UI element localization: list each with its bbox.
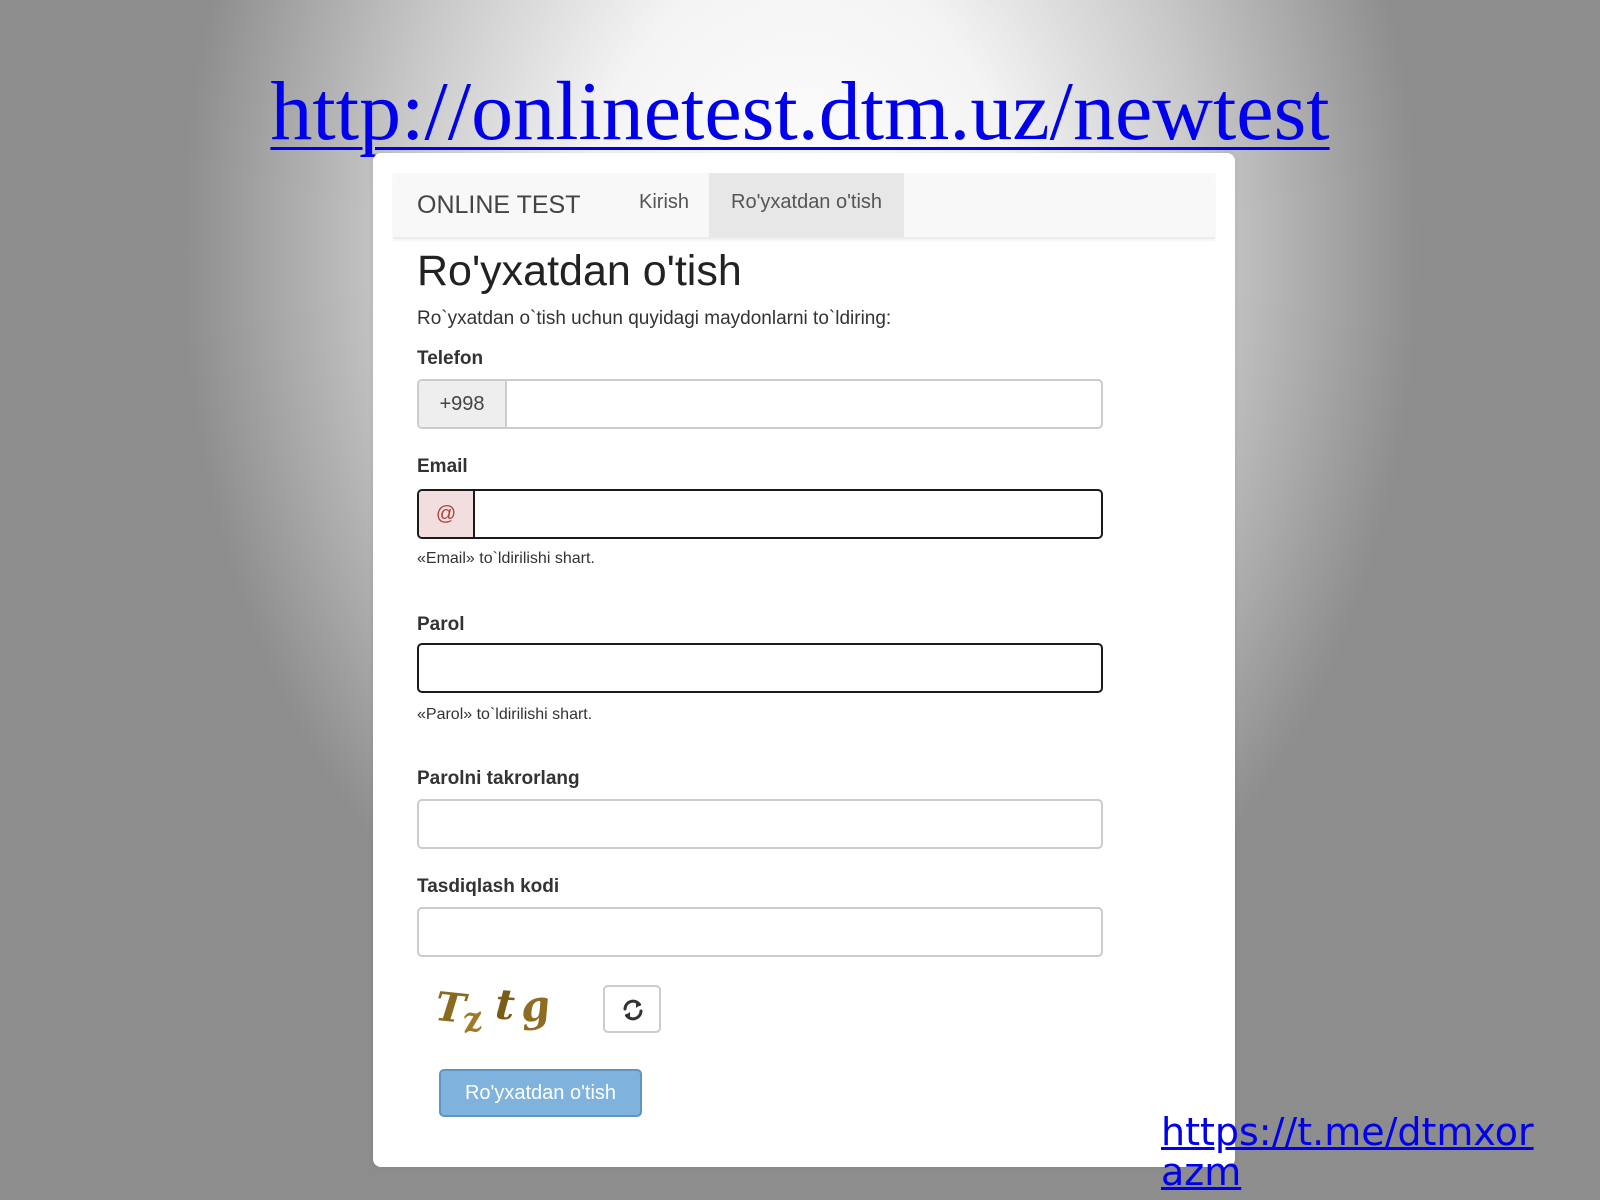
navbar: ONLINE TEST Kirish Ro'yxatdan o'tish [393, 173, 1215, 239]
verification-code-input[interactable] [417, 907, 1103, 957]
password-error-text: «Parol» to`ldirilishi shart. [417, 706, 593, 723]
password-label: Parol [417, 614, 465, 635]
captcha-refresh-button[interactable] [603, 985, 661, 1033]
password-input[interactable] [417, 643, 1103, 693]
slide-title-url[interactable]: http://onlinetest.dtm.uz/newtest [0, 62, 1600, 162]
at-icon: @ [419, 491, 475, 537]
email-error-text: «Email» to`ldirilishi shart. [417, 550, 595, 567]
phone-prefix-addon: +998 [419, 381, 507, 427]
form-intro-text: Ro`yxatdan o`tish uchun quyidagi maydonl… [417, 308, 892, 329]
verification-code-label: Tasdiqlash kodi [417, 876, 560, 897]
page-title: Ro'yxatdan o'tish [417, 247, 742, 295]
email-input[interactable]: @ [417, 489, 1103, 539]
telegram-link[interactable]: https://t.me/dtmxorazm [1161, 1112, 1541, 1192]
refresh-icon [623, 999, 643, 1021]
captcha-char-4: g [518, 981, 552, 1032]
captcha-image: T z t g [433, 981, 552, 1041]
password-repeat-input[interactable] [417, 799, 1103, 849]
nav-link-royxatdan-otish[interactable]: Ro'yxatdan o'tish [709, 173, 905, 237]
nav-link-kirish[interactable]: Kirish [617, 173, 711, 237]
register-submit-button[interactable]: Ro'yxatdan o'tish [439, 1069, 642, 1117]
phone-label: Telefon [417, 348, 484, 369]
navbar-brand[interactable]: ONLINE TEST [417, 173, 580, 237]
captcha-char-2: z [458, 998, 487, 1041]
password-repeat-label: Parolni takrorlang [417, 768, 580, 789]
phone-input[interactable]: +998 [417, 379, 1103, 429]
captcha-char-3: t [494, 981, 517, 1030]
email-label: Email [417, 456, 468, 477]
registration-panel: ONLINE TEST Kirish Ro'yxatdan o'tish Ro'… [373, 153, 1235, 1167]
